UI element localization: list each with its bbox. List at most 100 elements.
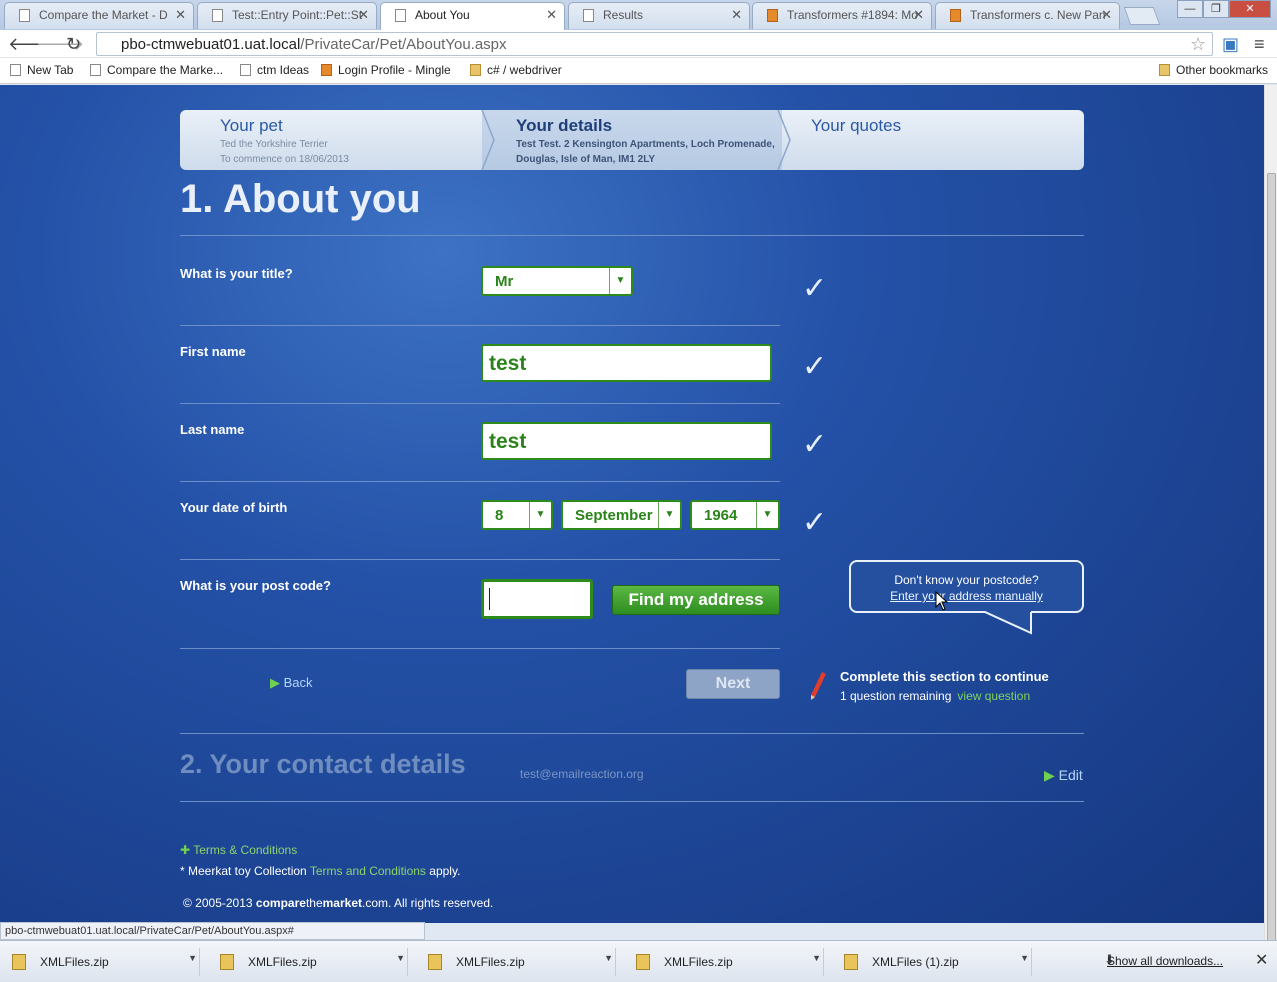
postcode-input[interactable] — [481, 579, 593, 619]
check-icon: ✓ — [802, 350, 828, 383]
chevron-down-icon: ▼ — [658, 502, 680, 528]
bookmark-item[interactable]: Compare the Marke... — [90, 63, 223, 77]
folder-icon — [1159, 64, 1170, 76]
maximize-icon[interactable]: ❐ — [1203, 0, 1229, 18]
zip-file-icon — [428, 954, 442, 970]
bookmark-icon — [240, 64, 251, 76]
title-select[interactable]: Mr ▼ — [481, 266, 633, 296]
last-name-field[interactable]: test — [481, 422, 772, 460]
tab-title: Test::Entry Point::Pet::St — [232, 8, 363, 22]
close-tab-icon[interactable]: ✕ — [913, 7, 924, 23]
tooltip-text: Don't know your postcode? — [894, 573, 1039, 587]
browser-tab-active[interactable]: About You ✕ — [380, 2, 565, 30]
browser-tab[interactable]: Results ✕ — [568, 2, 750, 29]
divider — [180, 403, 780, 404]
zip-file-icon — [844, 954, 858, 970]
browser-tab[interactable]: Transformers c. New Pan ✕ — [935, 2, 1120, 29]
edit-link[interactable]: ▶ Edit — [1044, 767, 1083, 784]
terms-link[interactable]: Terms and Conditions — [310, 864, 426, 878]
text-cursor — [489, 588, 490, 610]
dob-label: Your date of birth — [180, 500, 288, 515]
next-button[interactable]: Next — [686, 669, 780, 699]
extension-icon[interactable]: ▣ — [1222, 34, 1239, 55]
plus-icon: ✚ — [180, 843, 191, 857]
chevron-down-icon[interactable]: ▼ — [188, 953, 197, 963]
chevron-down-icon[interactable]: ▼ — [812, 953, 821, 963]
terms-toggle[interactable]: ✚ Terms & Conditions — [180, 843, 297, 857]
page-icon — [212, 9, 223, 22]
check-icon: ✓ — [802, 506, 828, 539]
bookmark-item[interactable]: New Tab — [10, 63, 73, 77]
download-item[interactable]: XMLFiles.zip ▼ — [624, 948, 824, 976]
download-item[interactable]: XMLFiles.zip ▼ — [416, 948, 616, 976]
close-tab-icon[interactable]: ✕ — [731, 7, 742, 23]
dob-month-select[interactable]: September ▼ — [561, 500, 682, 530]
step-your-pet[interactable]: Your pet Ted the Yorkshire Terrier To co… — [180, 110, 490, 170]
close-downloads-icon[interactable]: ✕ — [1255, 950, 1268, 970]
chevron-down-icon[interactable]: ▼ — [1020, 953, 1029, 963]
show-all-downloads-link[interactable]: Show all downloads... — [1107, 954, 1223, 968]
section-heading: 1. About you — [180, 177, 421, 221]
divider — [180, 801, 1084, 802]
step-title: Your details — [516, 116, 613, 135]
first-name-field[interactable]: test — [481, 344, 772, 382]
close-tab-icon[interactable]: ✕ — [546, 7, 557, 23]
back-link[interactable]: ▶ Back — [270, 675, 313, 691]
new-tab-button[interactable] — [1123, 7, 1161, 25]
title-label: What is your title? — [180, 266, 293, 281]
mouse-pointer-icon — [935, 591, 949, 611]
dob-year-select[interactable]: 1964 ▼ — [690, 500, 780, 530]
chevron-down-icon[interactable]: ▼ — [396, 953, 405, 963]
other-bookmarks[interactable]: Other bookmarks — [1159, 63, 1268, 77]
view-question-link[interactable]: view question — [957, 689, 1030, 703]
star-icon[interactable]: ☆ — [1190, 34, 1206, 55]
dob-day-select[interactable]: 8 ▼ — [481, 500, 553, 530]
scrollbar-thumb[interactable] — [1267, 173, 1276, 973]
orange-icon — [767, 9, 778, 22]
close-tab-icon[interactable]: ✕ — [175, 7, 186, 23]
divider — [180, 648, 780, 649]
step-divider — [481, 110, 495, 170]
window-controls: — ❐ ✕ — [1177, 0, 1271, 18]
step-detail: Test Test. 2 Kensington Apartments, Loch… — [516, 139, 775, 150]
check-icon: ✓ — [802, 428, 828, 461]
page-content: Your pet Ted the Yorkshire Terrier To co… — [0, 85, 1264, 923]
close-tab-icon[interactable]: ✕ — [1101, 7, 1112, 23]
bookmark-item[interactable]: ctm Ideas — [240, 63, 309, 77]
address-bar[interactable]: pbo-ctmwebuat01.uat.local/PrivateCar/Pet… — [96, 32, 1213, 56]
tab-title: Transformers #1894: Mo — [787, 8, 918, 22]
chevron-down-icon[interactable]: ▼ — [604, 953, 613, 963]
bookmark-item[interactable]: c# / webdriver — [470, 63, 562, 77]
download-item[interactable]: XMLFiles.zip ▼ — [208, 948, 408, 976]
browser-tab[interactable]: Transformers #1894: Mo ✕ — [752, 2, 932, 29]
step-your-details: Your details Test Test. 2 Kensington Apa… — [482, 110, 782, 170]
find-address-button[interactable]: Find my address — [612, 585, 780, 615]
page-scrollbar[interactable] — [1264, 85, 1277, 973]
download-item[interactable]: XMLFiles (1).zip ▼ — [832, 948, 1032, 976]
bookmark-item[interactable]: Login Profile - Mingle — [321, 63, 451, 77]
enter-address-manually-link[interactable]: Enter your address manually — [851, 588, 1082, 604]
email-value: test@emailreaction.org — [520, 767, 644, 781]
close-window-icon[interactable]: ✕ — [1229, 0, 1271, 18]
zip-file-icon — [12, 954, 26, 970]
postcode-tooltip: Don't know your postcode? Enter your add… — [849, 560, 1084, 613]
zip-file-icon — [220, 954, 234, 970]
play-icon: ▶ — [1044, 767, 1055, 783]
divider — [180, 481, 780, 482]
step-title: Your pet — [220, 116, 283, 135]
browser-tab[interactable]: Compare the Market - D ✕ — [4, 2, 194, 29]
url-host: pbo-ctmwebuat01.uat.local — [121, 36, 301, 53]
close-tab-icon[interactable]: ✕ — [358, 7, 369, 23]
tab-title: About You — [415, 8, 470, 22]
tab-title: Results — [603, 8, 644, 22]
reload-icon[interactable]: ↻ — [66, 34, 81, 55]
chevron-down-icon: ▼ — [756, 502, 778, 528]
step-detail: Ted the Yorkshire Terrier — [220, 139, 328, 150]
minimize-icon[interactable]: — — [1177, 0, 1203, 18]
downloads-bar: XMLFiles.zip ▼ XMLFiles.zip ▼ XMLFiles.zip… — [0, 940, 1277, 982]
orange-icon — [321, 64, 332, 76]
menu-icon[interactable]: ≡ — [1254, 34, 1265, 55]
download-item[interactable]: XMLFiles.zip ▼ — [0, 948, 200, 976]
browser-tab[interactable]: Test::Entry Point::Pet::St ✕ — [197, 2, 377, 29]
status-bar: pbo-ctmwebuat01.uat.local/PrivateCar/Pet… — [0, 922, 425, 940]
